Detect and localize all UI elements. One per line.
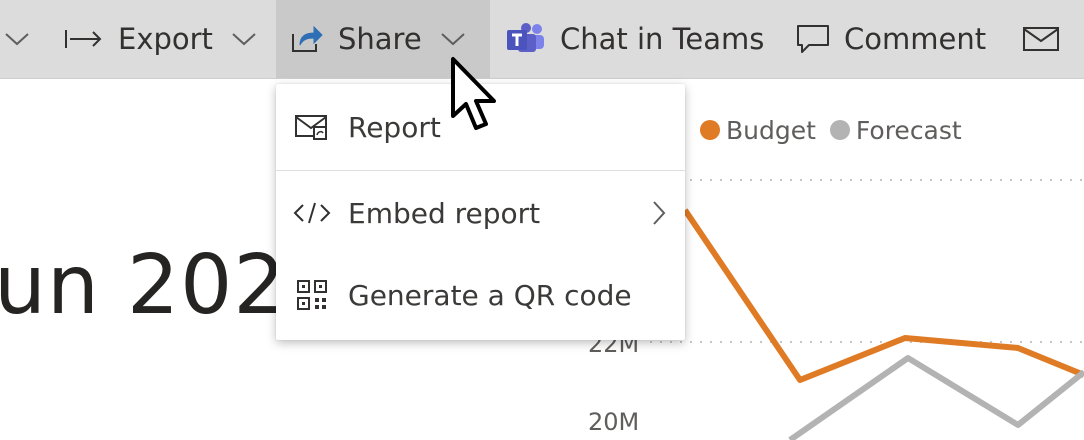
menu-divider [276,170,685,171]
forecast-series-line [788,355,1084,440]
qr-code-icon [297,280,327,310]
mail-icon [1023,27,1059,51]
mouse-cursor-icon [451,57,496,130]
report-date-title: un 202 [0,238,287,333]
menu-item-report-label: Report [348,110,441,144]
menu-item-embed-report[interactable]: Embed report [276,172,685,254]
legend-forecast-label: Forecast [855,115,962,145]
comment-button[interactable]: Comment [796,0,986,78]
menu-item-generate-qr-code-label: Generate a QR code [348,278,632,312]
chevron-right-icon [653,201,666,225]
budget-series-line [682,208,1084,383]
code-icon [293,202,331,224]
legend-forecast-dot [829,120,850,140]
chat-in-teams-label: Chat in Teams [560,22,765,56]
subscribe-button[interactable] [1022,0,1060,78]
share-icon [292,25,323,52]
export-button[interactable]: Export [64,0,257,78]
chevron-down-icon [232,33,256,46]
y-tick-20m: 20M [588,408,640,436]
menu-item-embed-report-label: Embed report [348,196,541,230]
menu-item-generate-qr-code[interactable]: Generate a QR code [276,254,685,336]
comment-label: Comment [844,22,987,56]
legend-budget-label: Budget [726,115,816,145]
previous-menu-chevron[interactable] [4,0,30,78]
chat-in-teams-button[interactable]: Chat in Teams [506,0,764,78]
chart-legend: Budget Forecast [678,112,962,148]
teams-icon [507,23,544,52]
legend-budget-dot [700,120,720,140]
export-arrow-icon [65,30,102,48]
report-toolbar: Export Share Chat in Teams Comment [0,0,1084,79]
comment-icon [797,25,829,53]
chevron-down-icon [441,33,465,46]
chevron-down-icon [5,33,29,46]
share-label: Share [338,22,422,56]
export-label: Export [118,22,213,56]
email-report-icon [295,115,327,140]
